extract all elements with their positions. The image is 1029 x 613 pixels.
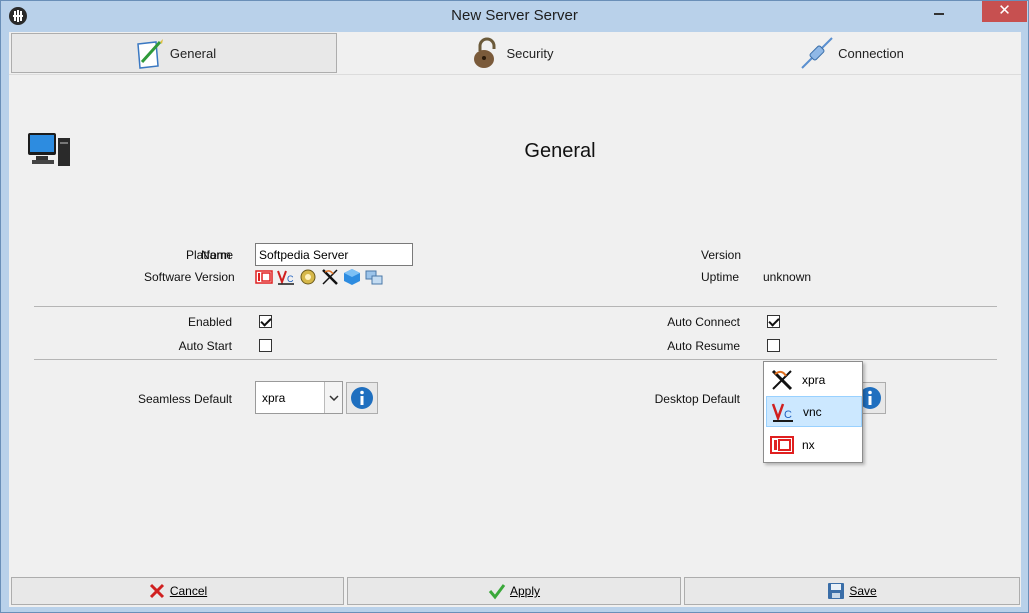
vnc-icon: C xyxy=(771,403,793,422)
red-x-icon xyxy=(149,583,164,599)
tab-divider xyxy=(9,74,1021,75)
desktop-default-dropdown[interactable]: xpra C vnc nx xyxy=(763,361,863,463)
tab-connection[interactable]: Connection xyxy=(685,33,1019,73)
divider xyxy=(34,306,997,307)
seamless-default-value: xpra xyxy=(262,391,286,405)
tab-connection-label: Connection xyxy=(838,45,904,61)
software-version-label: Software Version xyxy=(144,270,235,284)
remote-desktop-icon xyxy=(365,270,383,285)
auto-start-checkbox[interactable] xyxy=(259,339,272,352)
enabled-label: Enabled xyxy=(187,315,232,329)
apply-button[interactable]: Apply xyxy=(347,577,681,605)
software-icons: C xyxy=(255,268,383,286)
padlock-icon xyxy=(473,37,496,68)
dropdown-option-nx[interactable]: nx xyxy=(766,429,862,460)
tab-security-label: Security xyxy=(506,45,554,61)
tab-general[interactable]: General xyxy=(11,33,337,73)
auto-start-label: Auto Start xyxy=(178,339,232,353)
seamless-default-label: Seamless Default xyxy=(137,392,232,406)
cancel-label: Cancel xyxy=(169,584,208,598)
app-window: New Server Server ✕ General Security Con… xyxy=(0,0,1029,613)
checkmark-icon xyxy=(488,584,506,600)
window-title: New Server Server xyxy=(451,7,578,24)
auto-connect-label: Auto Connect xyxy=(667,315,740,329)
chevron-down-icon[interactable] xyxy=(324,382,342,413)
xpra-icon xyxy=(771,369,793,390)
dropdown-option-label: xpra xyxy=(802,372,826,387)
close-button[interactable]: ✕ xyxy=(982,1,1027,22)
divider xyxy=(34,359,997,360)
save-label: Save xyxy=(849,584,877,598)
auto-resume-label: Auto Resume xyxy=(667,339,740,353)
version-label: Version xyxy=(701,248,742,262)
tab-general-label: General xyxy=(169,45,217,61)
nx-icon xyxy=(770,435,794,454)
seamless-default-select[interactable]: xpra xyxy=(255,381,343,414)
dropdown-option-vnc[interactable]: C vnc xyxy=(766,396,862,427)
uptime-label: Uptime xyxy=(701,270,740,284)
nx-icon xyxy=(255,270,273,284)
minimize-button[interactable] xyxy=(927,1,951,23)
save-button[interactable]: Save xyxy=(684,577,1020,605)
uptime-value: unknown xyxy=(763,270,812,284)
tab-security[interactable]: Security xyxy=(341,33,681,73)
seamless-info-button[interactable] xyxy=(346,382,378,414)
tab-bar: General Security Connection xyxy=(9,32,1021,74)
vnc-icon: C xyxy=(277,270,294,285)
auto-connect-checkbox[interactable] xyxy=(767,315,780,328)
auto-resume-checkbox[interactable] xyxy=(767,339,780,352)
page-title: General xyxy=(524,140,596,162)
pencil-paper-icon xyxy=(137,39,163,69)
name-label: Name xyxy=(201,248,234,262)
xpra-icon xyxy=(322,269,338,285)
cancel-button[interactable]: Cancel xyxy=(11,577,344,605)
desktop-default-label: Desktop Default xyxy=(654,392,740,406)
svg-text:C: C xyxy=(784,409,792,421)
floppy-disk-icon xyxy=(828,583,845,599)
dropdown-option-label: vnc xyxy=(803,404,822,419)
gear-icon xyxy=(300,269,316,285)
svg-text:C: C xyxy=(287,274,294,284)
title-bar[interactable]: New Server Server ✕ xyxy=(1,1,1028,31)
main-content: General Security Connection General Plat… xyxy=(9,32,1021,607)
cube-icon xyxy=(344,269,360,285)
enabled-checkbox[interactable] xyxy=(259,315,272,328)
name-input[interactable] xyxy=(255,243,413,266)
info-icon xyxy=(351,387,373,409)
plug-icon xyxy=(801,37,833,69)
dropdown-option-label: nx xyxy=(802,437,815,452)
dropdown-option-xpra[interactable]: xpra xyxy=(766,364,862,395)
apply-label: Apply xyxy=(509,584,541,598)
